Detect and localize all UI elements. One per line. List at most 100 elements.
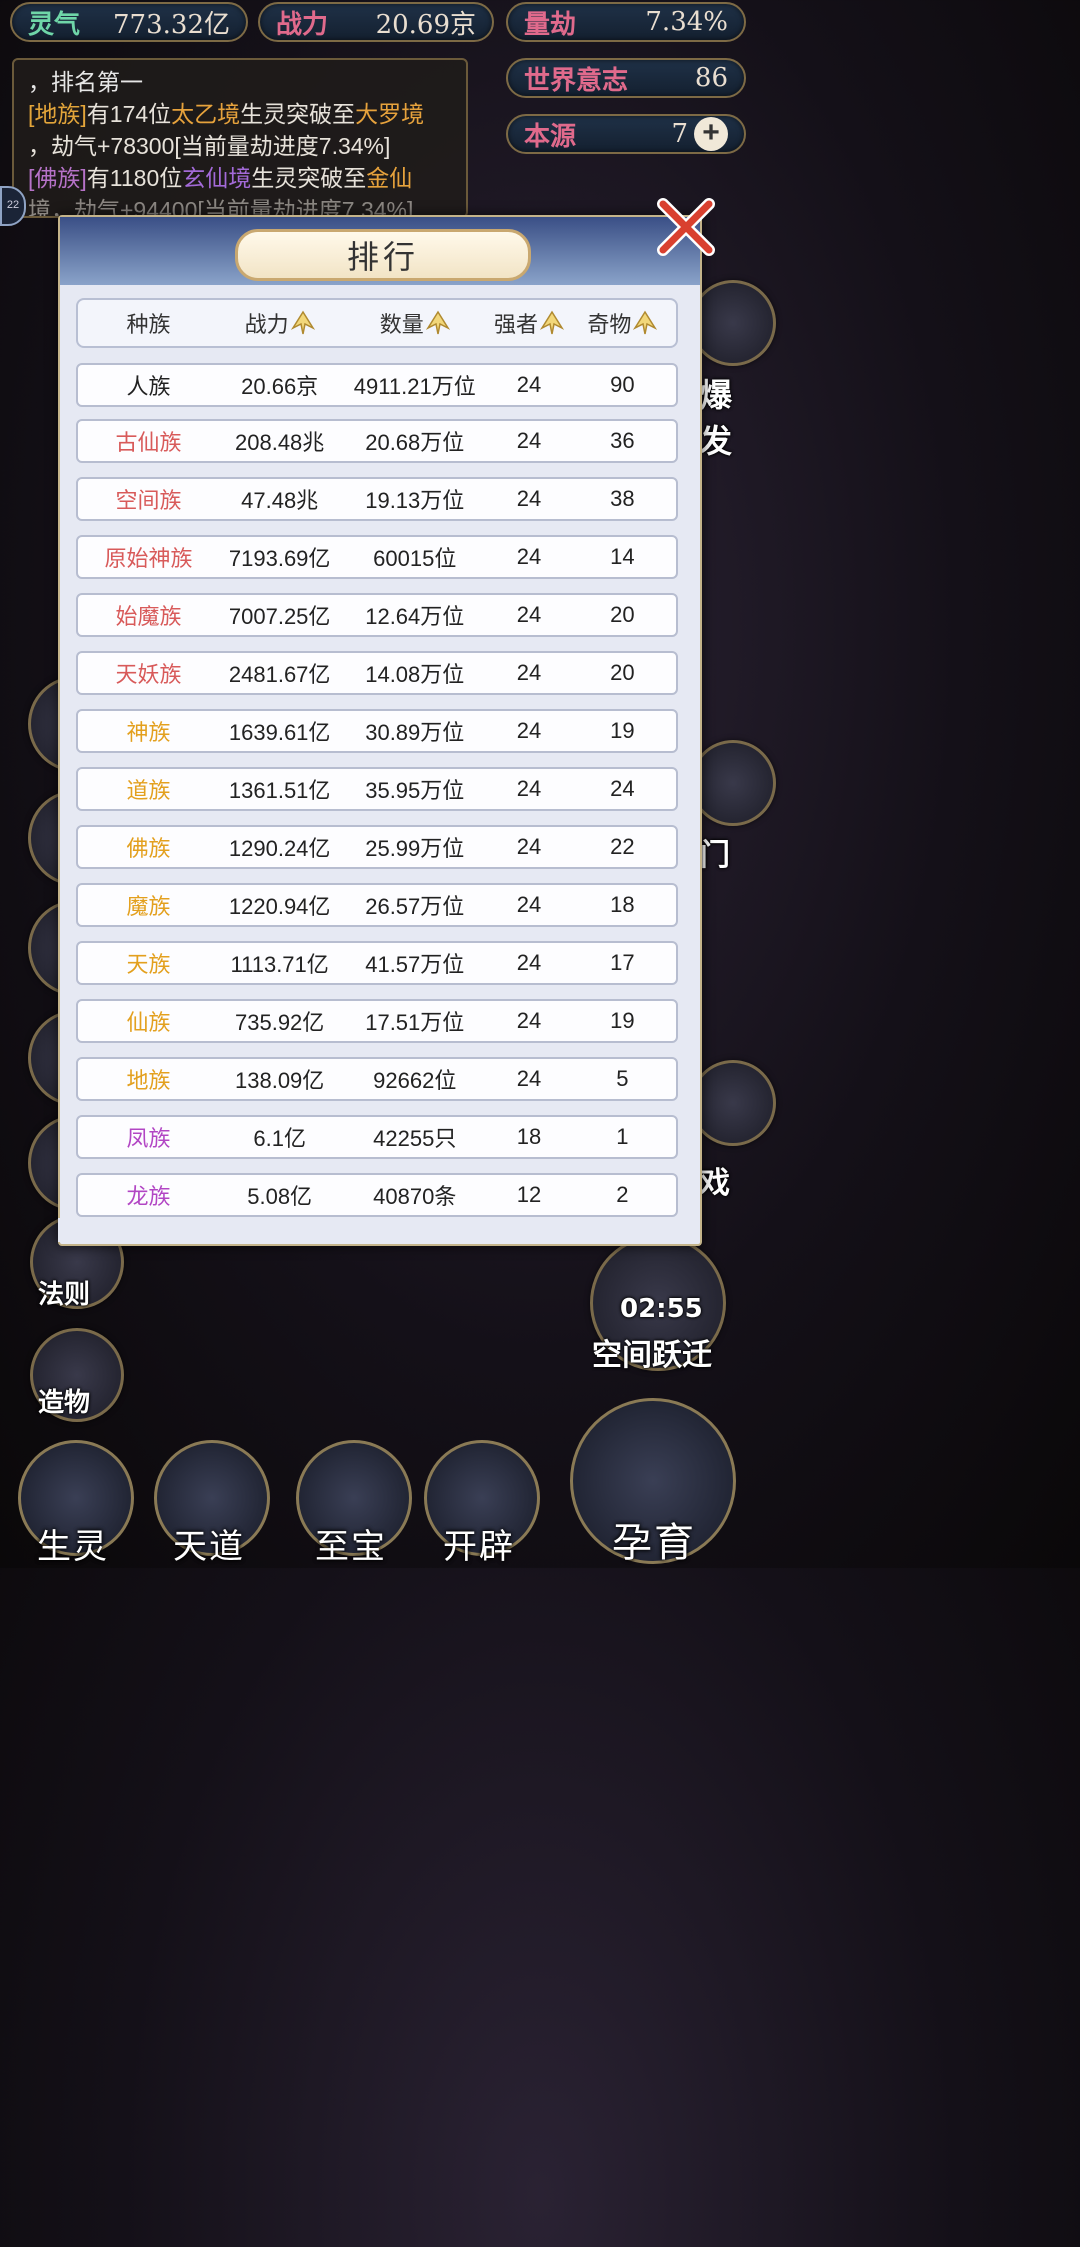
treasure-cell: 19 — [610, 718, 635, 743]
log-line-2: [地族]有174位太乙境生灵突破至大罗境 — [28, 101, 425, 127]
elite-cell: 18 — [516, 1124, 542, 1149]
treasure-cell: 24 — [610, 776, 635, 801]
ranking-header: 种族 战力 数量 强者 奇物 — [76, 298, 678, 348]
elite-cell: 24 — [516, 718, 542, 743]
power-cell: 138.09亿 — [235, 1068, 325, 1093]
elite-cell: 24 — [516, 950, 542, 975]
fazhe-label[interactable]: 法则 — [38, 1274, 90, 1311]
elite-cell: 24 — [516, 544, 542, 569]
count-cell: 35.95万位 — [365, 778, 465, 803]
treasure-cell: 22 — [610, 834, 635, 859]
zhanli-stat: 战力 20.69京 — [258, 2, 494, 42]
power-cell: 5.08亿 — [247, 1184, 313, 1209]
count-cell: 12.64万位 — [365, 604, 465, 629]
right-icon-3[interactable] — [690, 1060, 776, 1146]
right-icon-2[interactable] — [690, 740, 776, 826]
header-elite[interactable]: 强者 — [489, 307, 568, 339]
log-line-4: [佛族]有1180位玄仙境生灵突破至金仙 — [28, 165, 413, 191]
treasure-cell: 2 — [616, 1182, 629, 1207]
benyuan-label: 本源 — [524, 121, 577, 152]
power-cell: 1639.61亿 — [228, 720, 331, 745]
right-icon-1[interactable] — [690, 280, 776, 366]
yunyu-button[interactable]: 孕育 — [566, 1398, 742, 1568]
power-cell: 2481.67亿 — [228, 662, 331, 687]
race-cell: 道族 — [126, 778, 171, 803]
treasure-cell: 5 — [616, 1066, 629, 1091]
zaowu-label[interactable]: 造物 — [38, 1382, 90, 1419]
elite-cell: 24 — [516, 892, 542, 917]
count-cell: 41.57万位 — [365, 952, 465, 977]
liangjie-value: 7.34% — [645, 7, 728, 37]
header-treasure[interactable]: 奇物 — [569, 307, 676, 339]
header-count[interactable]: 数量 — [340, 307, 489, 339]
table-row[interactable]: 道族 1361.51亿 35.95万位 24 24 — [76, 767, 678, 811]
race-cell: 天族 — [126, 952, 171, 977]
race-cell: 龙族 — [126, 1184, 171, 1209]
power-cell: 7193.69亿 — [228, 546, 331, 571]
elite-cell: 24 — [516, 1008, 542, 1033]
count-cell: 17.51万位 — [365, 1010, 465, 1035]
right-label-low: 戏 — [700, 1166, 730, 1201]
table-row[interactable]: 魔族 1220.94亿 26.57万位 24 18 — [76, 883, 678, 927]
race-cell: 仙族 — [126, 1010, 171, 1035]
space-jump-label[interactable]: 空间跃迁 — [592, 1330, 712, 1374]
treasure-cell: 17 — [610, 950, 635, 975]
power-cell: 1361.51亿 — [228, 778, 331, 803]
elite-cell: 24 — [516, 834, 542, 859]
count-cell: 40870条 — [373, 1184, 457, 1209]
count-cell: 14.08万位 — [365, 662, 465, 687]
power-cell: 7007.25亿 — [228, 604, 331, 629]
log-line-1: ，排名第一 — [28, 69, 143, 95]
race-cell: 天妖族 — [115, 662, 182, 687]
treasure-cell: 19 — [610, 1008, 635, 1033]
table-row[interactable]: 天妖族 2481.67亿 14.08万位 24 20 — [76, 651, 678, 695]
power-cell: 20.66京 — [241, 374, 319, 399]
race-cell: 佛族 — [126, 836, 171, 861]
table-row[interactable]: 凤族 6.1亿 42255只 18 1 — [76, 1115, 678, 1159]
sort-arrow-icon — [633, 310, 658, 335]
elite-cell: 24 — [516, 1066, 542, 1091]
table-row[interactable]: 古仙族 208.48兆 20.68万位 24 36 — [76, 419, 678, 463]
power-cell: 6.1亿 — [253, 1126, 306, 1151]
event-log: ，排名第一 [地族]有174位太乙境生灵突破至大罗境 ，劫气+78300[当前量… — [12, 58, 468, 218]
ranking-list[interactable]: 人族 20.66京 4911.21万位 24 90 古仙族 208.48兆 20.68万位 24… — [76, 363, 678, 1218]
power-cell: 208.48兆 — [235, 430, 325, 455]
log-line-3: ，劫气+78300[当前量劫进度7.34%] — [28, 133, 391, 159]
shengling-button[interactable]: 生灵 — [14, 1440, 134, 1568]
table-row[interactable]: 佛族 1290.24亿 25.99万位 24 22 — [76, 825, 678, 869]
treasure-cell: 90 — [610, 372, 635, 397]
power-cell: 1113.71亿 — [230, 952, 329, 977]
world-will-stat: 世界意志 86 — [506, 58, 746, 98]
close-icon[interactable] — [655, 196, 717, 258]
table-row[interactable]: 神族 1639.61亿 30.89万位 24 19 — [76, 709, 678, 753]
sort-arrow-icon — [539, 310, 564, 335]
zhibao-button[interactable]: 至宝 — [292, 1440, 412, 1568]
header-race[interactable]: 种族 — [78, 307, 219, 339]
power-cell: 1220.94亿 — [228, 894, 331, 919]
tiandao-button[interactable]: 天道 — [150, 1440, 270, 1568]
table-row[interactable]: 始魔族 7007.25亿 12.64万位 24 20 — [76, 593, 678, 637]
table-row[interactable]: 地族 138.09亿 92662位 24 5 — [76, 1057, 678, 1101]
count-cell: 4911.21万位 — [353, 374, 476, 399]
table-row[interactable]: 原始神族 7193.69亿 60015位 24 14 — [76, 535, 678, 579]
elite-cell: 24 — [516, 372, 542, 397]
zhanli-label: 战力 — [276, 9, 329, 40]
table-row[interactable]: 天族 1113.71亿 41.57万位 24 17 — [76, 941, 678, 985]
elite-cell: 24 — [516, 486, 542, 511]
table-row[interactable]: 空间族 47.48兆 19.13万位 24 38 — [76, 477, 678, 521]
benyuan-plus-button[interactable]: + — [694, 117, 728, 151]
table-row[interactable]: 人族 20.66京 4911.21万位 24 90 — [76, 363, 678, 407]
sort-arrow-icon — [425, 310, 450, 335]
table-row[interactable]: 龙族 5.08亿 40870条 12 2 — [76, 1173, 678, 1217]
header-power[interactable]: 战力 — [219, 307, 340, 339]
elite-cell: 24 — [516, 660, 542, 685]
space-jump-timer: 02:55 — [620, 1294, 703, 1324]
modal-title: 排行 — [235, 229, 531, 281]
treasure-cell: 36 — [610, 428, 635, 453]
race-cell: 凤族 — [126, 1126, 171, 1151]
table-row[interactable]: 仙族 735.92亿 17.51万位 24 19 — [76, 999, 678, 1043]
liangjie-label: 量劫 — [524, 9, 577, 40]
kaipi-button[interactable]: 开辟 — [420, 1440, 540, 1568]
lingqi-stat: 灵气 773.32亿 — [10, 2, 248, 42]
log-side-badge[interactable]: 22 — [0, 186, 26, 226]
